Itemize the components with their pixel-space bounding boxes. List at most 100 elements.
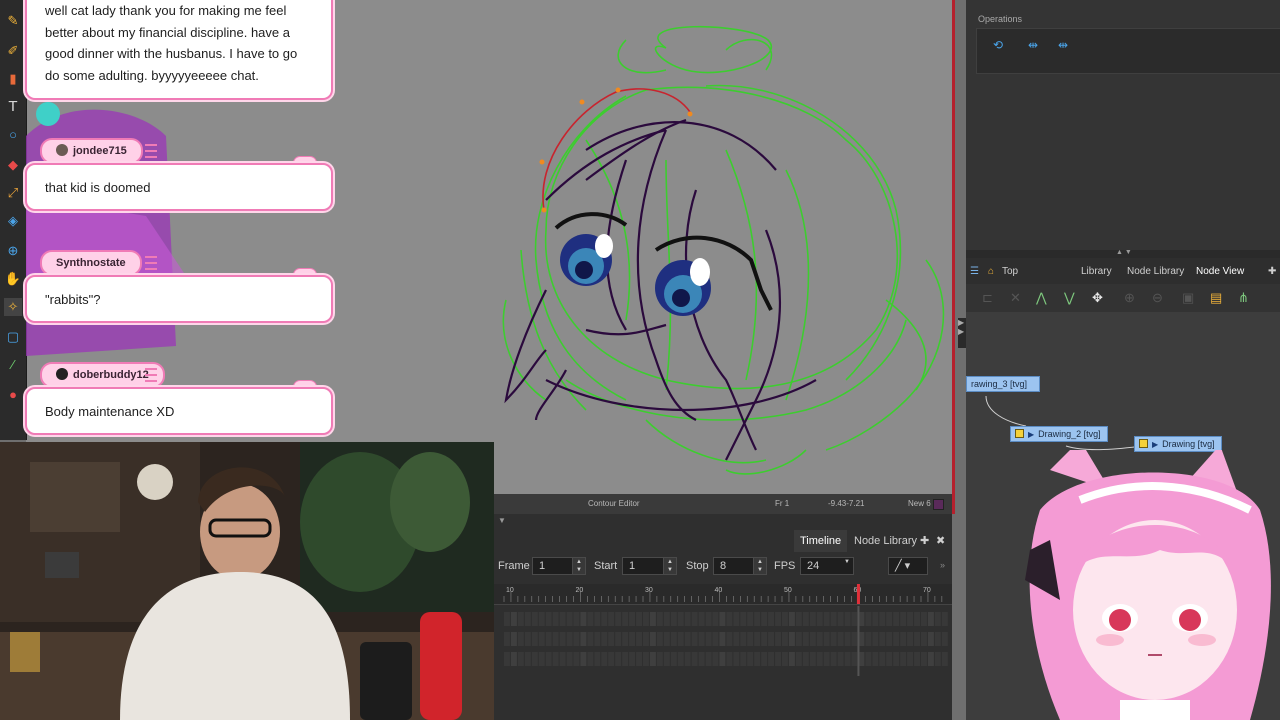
track-cell [844,612,851,626]
fps-dropdown-icon[interactable]: ▼ [841,558,853,574]
track-cell [691,612,698,626]
ruler-label: 10 [506,587,514,594]
menu-icon[interactable]: ☰ [970,266,979,277]
color-swatch[interactable] [933,499,944,510]
timeline-ruler[interactable]: 10203040506070 [494,584,952,605]
track-cell [740,632,747,646]
track-cell [566,632,573,646]
ruler-label: 40 [714,587,722,594]
ellipse-icon[interactable]: ○ [4,126,22,144]
start-field[interactable]: 1 ▲ ▼ [622,557,677,575]
home-icon[interactable]: ⌂ [988,266,994,277]
tab-library[interactable]: Library [1081,266,1112,277]
track-cell [587,652,594,666]
fps-field[interactable]: 24 ▼ [800,557,854,575]
track-cell [636,612,642,626]
vtuber-avatar [1025,450,1271,720]
select-icon[interactable]: ◈ [4,212,22,230]
track-cell [573,612,580,626]
track-cell [636,632,642,646]
fit-icon[interactable]: ▣ [1182,290,1194,306]
node-drawing-2[interactable]: ▶ Drawing_2 [tvg] [1010,426,1108,442]
track-cell [726,652,733,666]
add-tab-icon[interactable]: ✚ [1268,266,1276,277]
zoom-icon[interactable]: ⊕ [4,242,22,260]
chat-message-text: that kid is doomed [45,180,151,195]
brush-icon[interactable]: ✐ [4,42,22,60]
hand-icon[interactable]: ✋ [4,270,22,288]
onion-skin-button[interactable]: ╱ ▾ [888,557,928,575]
canvas-status-bar: Contour Editor Fr 1 -9.43-7.21 New 6 [494,494,952,514]
track-cell [643,632,649,646]
track-cell [761,652,768,666]
close-icon[interactable]: ✖ [934,530,947,552]
peg-icon[interactable]: ⋔ [1238,290,1249,306]
find-icon[interactable]: ▤ [1210,290,1222,306]
track-cell [705,652,712,666]
track-cell [524,612,531,626]
paint-icon[interactable]: ▢ [4,328,22,346]
flip-vertical-icon[interactable]: ⇹ [1058,38,1068,52]
center-icon[interactable]: ✥ [1092,290,1103,306]
stamp-icon[interactable]: ▮ [4,70,22,88]
track-cell [510,652,517,666]
collapse-icon[interactable]: ▼ [498,516,506,525]
track-cell [622,612,629,626]
rotate-icon[interactable]: ⟲ [993,38,1003,52]
network-down-icon[interactable]: ⋁ [1064,290,1075,306]
ruler-label: 50 [784,587,792,594]
track-cell [719,632,726,646]
network-up-icon[interactable]: ⋀ [1036,290,1047,306]
timeline-tracks[interactable] [494,606,952,676]
track-cell [566,652,573,666]
text-icon[interactable]: T [4,98,22,116]
track-cell [941,612,948,626]
track-cell [691,652,698,666]
chat-message-4: Body maintenance XD [25,387,333,435]
stop-stepper[interactable]: ▲ ▼ [753,558,766,574]
track-cell [517,612,524,626]
track-cell [893,632,900,646]
node-drawing-3[interactable]: rawing_3 [tvg] [966,376,1040,392]
track-cell [698,652,705,666]
track-cell [934,612,941,626]
track-cell [900,632,907,646]
track-cell [747,612,754,626]
track-cell [615,652,622,666]
eraser-icon[interactable]: ◆ [4,156,22,174]
operations-panel: Operations ⟲ ⇹ ⇹ [966,0,1280,250]
track-cell [643,612,649,626]
track-cell [545,612,552,626]
track-cell [914,632,920,646]
track-cell [649,632,656,646]
track-cell [712,612,719,626]
track-cell [844,632,851,646]
cutter-icon[interactable]: ● [4,386,22,404]
add-tab-icon[interactable]: ✚ [918,530,931,552]
tab-node-library[interactable]: Node Library [848,530,923,552]
more-icon[interactable]: » [940,560,945,570]
zoom-in-icon[interactable]: ⊕ [1124,290,1135,306]
eyedropper-icon[interactable]: ⁄ [4,356,22,374]
pencil-icon[interactable]: ✎ [4,12,22,30]
tab-node-view[interactable]: Node View [1196,266,1244,277]
fps-label: FPS [774,560,796,572]
track-cell [747,652,754,666]
breadcrumb[interactable]: Top [1002,266,1018,277]
tab-timeline[interactable]: Timeline [794,530,848,552]
zoom-out-icon[interactable]: ⊖ [1152,290,1163,306]
tab-node-library[interactable]: Node Library [1127,266,1184,277]
frame-field[interactable]: 1 ▲ ▼ [532,557,586,575]
stop-field[interactable]: 8 ▲ ▼ [713,557,767,575]
panel-splitter[interactable]: ▲ ▼ [966,249,1280,258]
track-cell [524,652,531,666]
transform-icon[interactable]: ⤢ [4,184,22,202]
start-stepper[interactable]: ▲ ▼ [663,558,676,574]
flip-horizontal-icon[interactable]: ⇹ [1028,38,1038,52]
delete-icon[interactable]: ✕ [1010,290,1021,306]
frame-stepper[interactable]: ▲ ▼ [572,558,585,574]
contour-editor-icon[interactable]: ✧ [4,298,22,316]
track-cell [921,652,927,666]
cut-icon[interactable]: ⊏ [982,290,993,306]
track-cell [726,612,733,626]
